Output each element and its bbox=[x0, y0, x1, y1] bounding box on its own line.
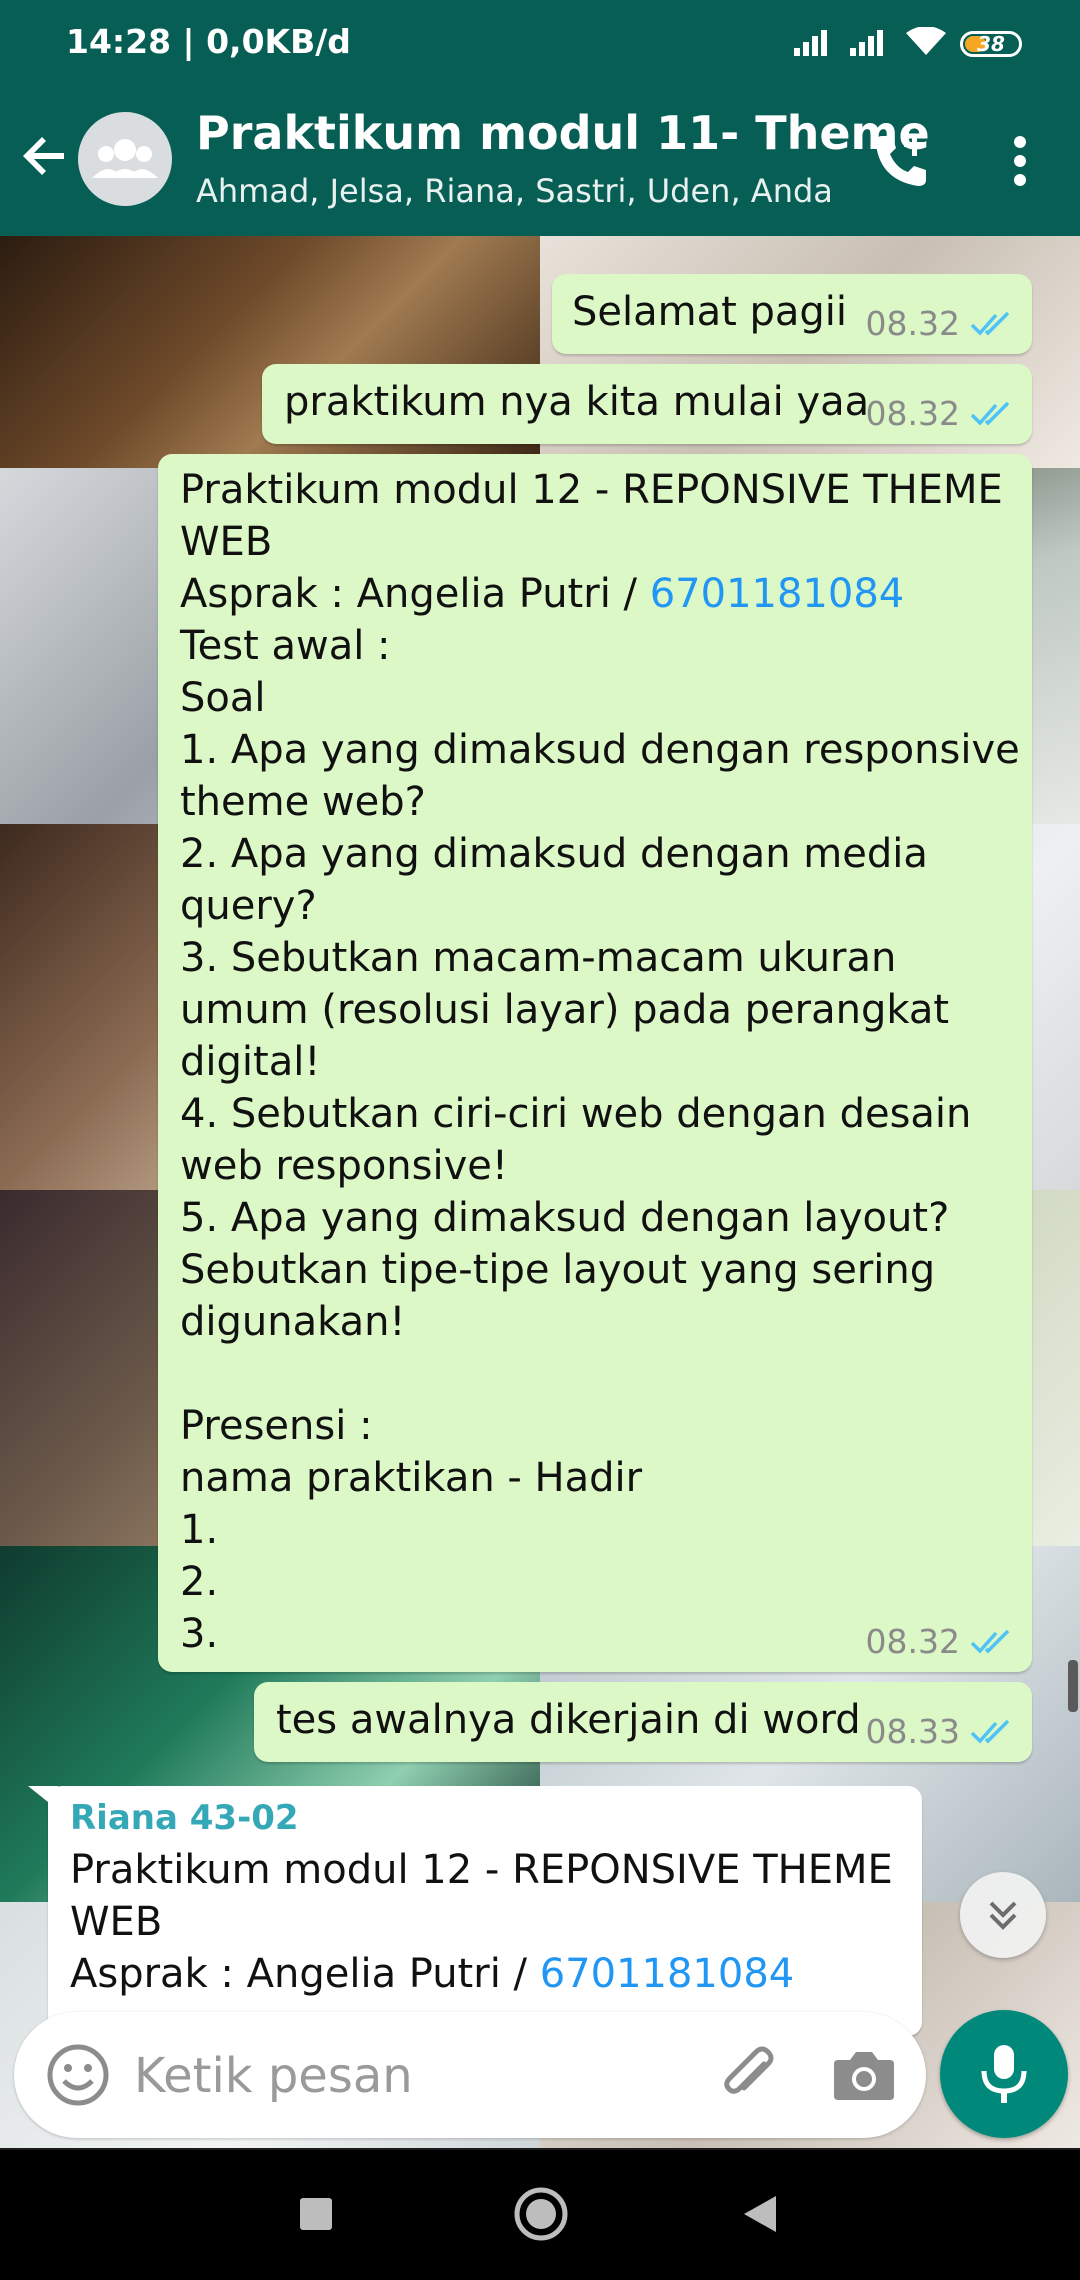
asprak-label: Asprak : Angelia Putri / bbox=[70, 1951, 540, 1997]
message-time: 08.32 bbox=[865, 304, 960, 343]
group-title[interactable]: Praktikum modul 11- Theme bbox=[196, 106, 930, 160]
message-meta: 08.33 bbox=[866, 1712, 1014, 1752]
scrollbar-thumb[interactable] bbox=[1068, 1660, 1078, 1712]
asprak-line: Asprak : Angelia Putri / 6701181084 bbox=[70, 1948, 910, 2000]
asprak-label: Asprak : Angelia Putri / bbox=[180, 571, 650, 617]
message-body: Praktikum modul 12 - REPONSIVE THEME WEB… bbox=[180, 464, 1020, 1660]
battery-level: 38 bbox=[977, 32, 1005, 56]
outgoing-message[interactable]: praktikum nya kita mulai yaa 08.32 bbox=[262, 364, 1032, 444]
message-line: Praktikum modul 12 - REPONSIVE THEME bbox=[70, 1847, 893, 1893]
group-members[interactable]: Ahmad, Jelsa, Riana, Sastri, Uden, Anda bbox=[196, 172, 833, 210]
recents-square-icon[interactable] bbox=[298, 2196, 334, 2236]
outgoing-message[interactable]: Praktikum modul 12 - REPONSIVE THEME WEB… bbox=[158, 454, 1032, 1672]
incoming-tail bbox=[28, 1786, 58, 1810]
wifi-icon bbox=[906, 26, 946, 61]
outgoing-message[interactable]: Selamat pagii 08.32 bbox=[552, 274, 1032, 354]
phone-link[interactable]: 6701181084 bbox=[650, 571, 905, 617]
message-line: Praktikum modul 12 - REPONSIVE THEME bbox=[180, 467, 1003, 513]
signal-icon bbox=[850, 28, 892, 60]
asprak-line: Asprak : Angelia Putri / 6701181084 bbox=[180, 568, 1020, 620]
message-text: tes awalnya dikerjain di word bbox=[276, 1697, 861, 1743]
sender-name[interactable]: Riana 43-02 bbox=[70, 1792, 910, 1844]
group-avatar-icon[interactable] bbox=[78, 112, 172, 206]
double-check-icon bbox=[970, 1629, 1010, 1654]
message-meta: 08.32 bbox=[866, 394, 1014, 434]
message-input[interactable] bbox=[132, 2040, 696, 2112]
message-meta: 08.32 bbox=[866, 1622, 1014, 1662]
emoji-icon[interactable] bbox=[44, 2041, 112, 2109]
message-line: WEB bbox=[70, 1899, 163, 1945]
scroll-down-icon[interactable] bbox=[960, 1872, 1046, 1958]
chat-header: Praktikum modul 11- Theme Ahmad, Jelsa, … bbox=[0, 82, 1080, 236]
message-text: Test awal : Soal 1. Apa yang dimaksud de… bbox=[180, 623, 1020, 1657]
outgoing-message[interactable]: tes awalnya dikerjain di word 08.33 bbox=[254, 1682, 1032, 1762]
message-composer bbox=[14, 2012, 926, 2138]
camera-icon[interactable] bbox=[830, 2042, 898, 2108]
double-check-icon bbox=[970, 311, 1010, 336]
message-time: 08.33 bbox=[865, 1712, 960, 1751]
message-line: WEB bbox=[180, 519, 273, 565]
double-check-icon bbox=[970, 1719, 1010, 1744]
battery-icon: 38 bbox=[960, 31, 1022, 57]
status-time: 14:28 | 0,0KB/d bbox=[66, 22, 351, 61]
message-text: praktikum nya kita mulai yaa bbox=[284, 379, 870, 425]
back-triangle-icon[interactable] bbox=[742, 2194, 778, 2238]
attach-icon[interactable] bbox=[714, 2040, 784, 2110]
back-arrow-icon[interactable] bbox=[16, 126, 76, 186]
status-icons: 38 bbox=[794, 26, 1022, 62]
message-time: 08.32 bbox=[865, 394, 960, 433]
navigation-bar bbox=[0, 2150, 1080, 2280]
add-call-icon[interactable] bbox=[868, 128, 934, 194]
chat-background[interactable]: Selamat pagii 08.32 praktikum nya kita m… bbox=[0, 236, 1080, 2148]
message-time: 08.32 bbox=[865, 1622, 960, 1661]
message-text: Selamat pagii bbox=[572, 289, 848, 335]
message-meta: 08.32 bbox=[866, 304, 1014, 344]
status-bar: 14:28 | 0,0KB/d 38 bbox=[0, 0, 1080, 82]
home-circle-icon[interactable] bbox=[513, 2186, 569, 2246]
double-check-icon bbox=[970, 401, 1010, 426]
incoming-message[interactable]: Riana 43-02 Praktikum modul 12 - REPONSI… bbox=[48, 1786, 922, 2036]
phone-link[interactable]: 6701181084 bbox=[540, 1951, 795, 1997]
more-vert-icon[interactable] bbox=[996, 128, 1044, 194]
signal-icon bbox=[794, 28, 836, 60]
mic-icon[interactable] bbox=[940, 2010, 1068, 2138]
